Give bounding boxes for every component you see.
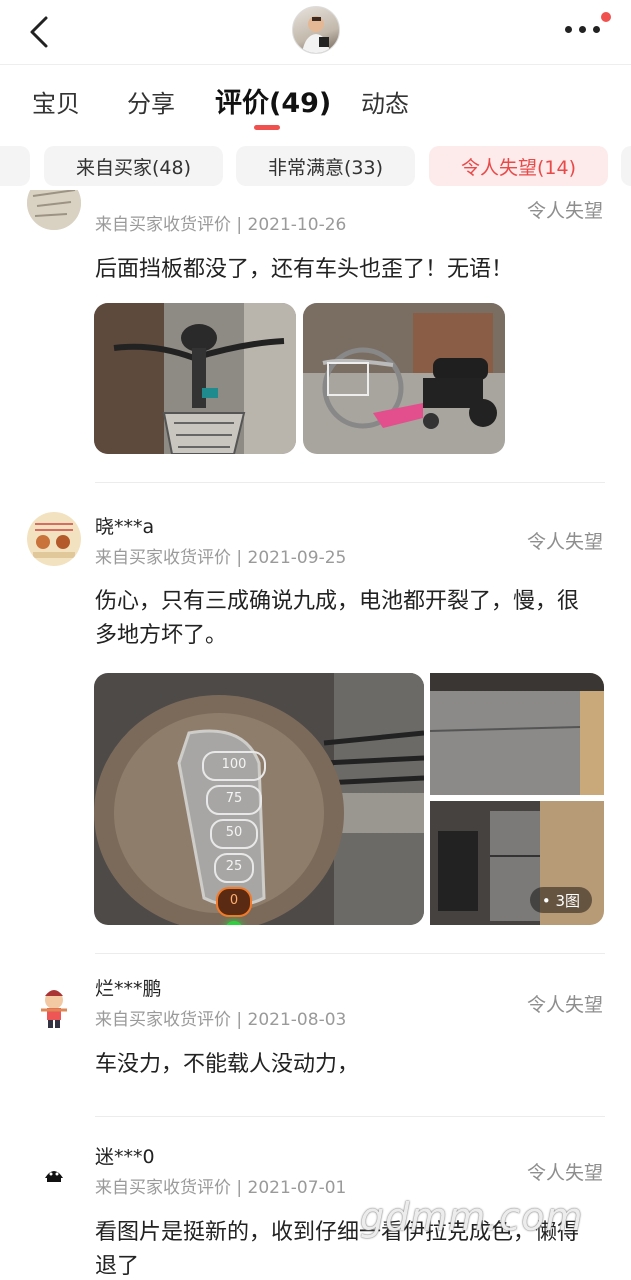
review-divider: [95, 482, 605, 483]
review-meta: 来自买家收货评价 | 2021-10-26: [95, 215, 347, 235]
photo-count-badge: • 3图: [529, 887, 592, 913]
review-text: 车没力，不能载人没动力，: [95, 1052, 360, 1077]
review-meta: 来自买家收货评价 | 2021-07-01: [95, 1178, 347, 1198]
tab-bar: 宝贝 分享 评价(49) 动态: [0, 64, 631, 134]
shop-avatar[interactable]: [292, 6, 340, 54]
gauge-label: 25: [214, 853, 254, 883]
review-photo[interactable]: [303, 303, 505, 454]
reviewer-name[interactable]: 晓***a: [95, 512, 154, 539]
review-divider: [95, 953, 605, 954]
tab-indicator: [254, 125, 280, 130]
avatar[interactable]: [27, 190, 81, 230]
review-divider: [95, 1116, 605, 1117]
watermark: gdmm.com: [360, 1195, 584, 1239]
review-rating: 令人失望: [526, 531, 603, 553]
review-rating: 令人失望: [526, 200, 603, 222]
reviewer-name[interactable]: 迷***0: [95, 1142, 155, 1169]
review-photo[interactable]: [430, 673, 604, 795]
review-text: 后面挡板都没了，还有车头也歪了！无语！: [95, 257, 514, 282]
reviewer-name[interactable]: 烂***鹏: [95, 974, 162, 1001]
gauge-label: 75: [206, 785, 262, 815]
back-button[interactable]: [22, 12, 62, 52]
avatar[interactable]: [27, 980, 81, 1034]
chevron-left-icon: [30, 16, 48, 48]
review-rating: 令人失望: [526, 1162, 603, 1184]
more-button[interactable]: [563, 12, 611, 42]
review-photo[interactable]: [94, 303, 296, 454]
avatar[interactable]: [27, 512, 81, 566]
power-indicator-icon: [225, 921, 243, 925]
tab-item[interactable]: 宝贝: [32, 84, 80, 119]
review-text: 伤心，只有三成确说九成，电池都开裂了，慢，很多地方坏了。: [95, 589, 580, 648]
filter-chip-partial-right[interactable]: [621, 146, 631, 186]
gauge-label: 100: [202, 751, 266, 781]
filter-chip-buyers[interactable]: 来自买家(48): [44, 146, 223, 186]
top-bar: [0, 0, 631, 65]
battery-gauge: 100 75 50 25 0: [202, 751, 266, 925]
review-photo[interactable]: • 3图: [430, 801, 604, 925]
review-meta: 来自买家收货评价 | 2021-09-25: [95, 548, 347, 568]
filter-chip-partial[interactable]: [0, 146, 30, 186]
notification-dot: [601, 12, 611, 22]
tab-activity[interactable]: 动态: [361, 84, 409, 119]
review-photo-large[interactable]: 100 75 50 25 0: [94, 673, 424, 925]
filter-chip-satisfied[interactable]: 非常满意(33): [236, 146, 415, 186]
review-list: 来自买家收货评价 | 2021-10-26 令人失望 后面挡板都没了，还有车头也…: [0, 190, 631, 1280]
gauge-label-active: 0: [216, 887, 252, 917]
review-meta: 来自买家收货评价 | 2021-08-03: [95, 1010, 347, 1030]
avatar[interactable]: [27, 1146, 81, 1200]
tab-reviews[interactable]: 评价(49): [215, 81, 331, 120]
tab-share[interactable]: 分享: [127, 84, 175, 119]
gauge-label: 50: [210, 819, 258, 849]
filter-chip-disappointed[interactable]: 令人失望(14): [429, 146, 608, 186]
review-rating: 令人失望: [526, 994, 603, 1016]
filter-chips: 来自买家(48) 非常满意(33) 令人失望(14): [0, 146, 631, 188]
